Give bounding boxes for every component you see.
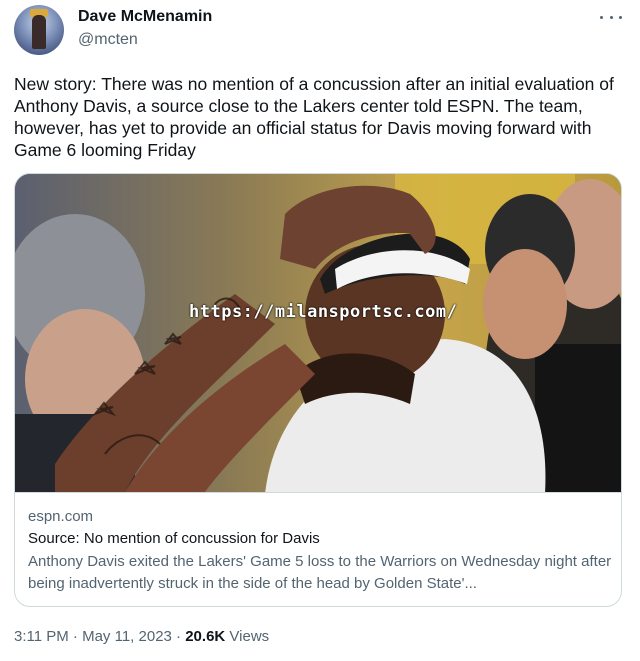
card-footer[interactable]: espn.com Source: No mention of concussio…	[15, 492, 621, 606]
card-domain: espn.com	[28, 508, 94, 525]
tweet-meta: 3:11 PM · May 11, 2023 · 20.6K Views	[14, 628, 269, 645]
more-icon-dot	[609, 15, 613, 19]
views-count[interactable]: 20.6K	[185, 628, 225, 645]
card-description: Anthony Davis exited the Lakers' Game 5 …	[28, 553, 612, 592]
tweet: Dave McMenamin @mcten New story: There w…	[0, 0, 640, 661]
more-icon[interactable]	[600, 8, 622, 26]
card-photo	[15, 174, 621, 492]
tweet-time[interactable]: 3:11 PM	[14, 628, 69, 645]
more-icon-dot	[600, 15, 603, 19]
card-image[interactable]: https://milansportsc.com/	[15, 174, 621, 492]
meta-separator: ·	[72, 628, 78, 645]
link-card[interactable]: https://milansportsc.com/ espn.com Sourc…	[14, 173, 622, 607]
image-watermark: https://milansportsc.com/	[189, 302, 458, 322]
card-title: Source: No mention of concussion for Dav…	[28, 530, 320, 547]
author-handle[interactable]: @mcten	[78, 31, 138, 49]
meta-separator: ·	[176, 628, 182, 645]
views-label: Views	[229, 628, 270, 645]
more-icon-dot	[619, 15, 622, 19]
tweet-text: New story: There was no mention of a con…	[14, 74, 614, 160]
avatar-figure-shape	[32, 15, 46, 49]
author-name[interactable]: Dave McMenamin	[78, 8, 212, 26]
tweet-date[interactable]: May 11, 2023	[82, 628, 172, 645]
avatar[interactable]	[14, 5, 64, 55]
